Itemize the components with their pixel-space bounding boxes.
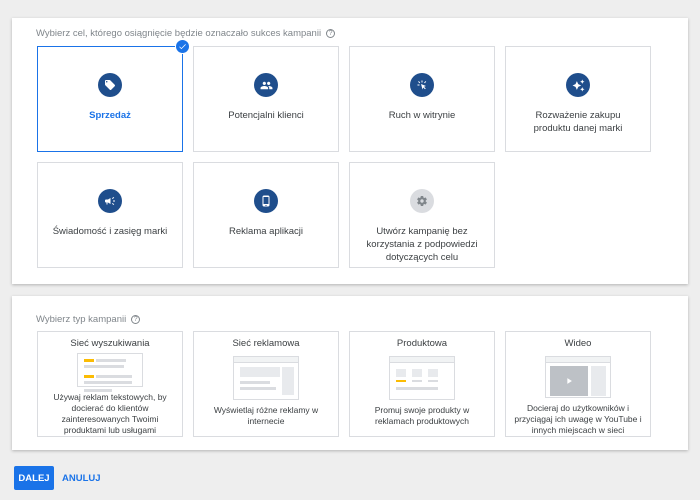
goal-card-app-promotion[interactable]: Reklama aplikacji — [193, 162, 339, 268]
goal-card-no-goal[interactable]: Utwórz kampanię bez korzystania z podpow… — [349, 162, 495, 268]
check-icon — [175, 39, 190, 54]
type-section-title: Wybierz typ kampanii — [36, 314, 127, 325]
cursor-click-icon — [410, 73, 434, 97]
cancel-button[interactable]: ANULUJ — [62, 466, 101, 490]
play-icon — [550, 365, 588, 396]
people-icon — [254, 73, 278, 97]
goal-card-label: Świadomość i zasięg marki — [52, 226, 168, 237]
goal-section-label: Wybierz cel, którego osiągnięcie będzie … — [36, 28, 336, 39]
type-card-video[interactable]: Wideo Docieraj do użytkowników i przycią… — [505, 331, 651, 437]
type-card-search[interactable]: Sieć wyszukiwania Używaj reklam tekstowy… — [37, 331, 183, 437]
goal-panel: Wybierz cel, którego osiągnięcie będzie … — [12, 18, 688, 284]
goal-card-label: Potencjalni klienci — [228, 110, 304, 121]
goal-card-awareness[interactable]: Świadomość i zasięg marki — [37, 162, 183, 268]
megaphone-icon — [98, 189, 122, 213]
help-icon[interactable]: ? — [326, 29, 336, 38]
goal-card-label: Ruch w witrynie — [388, 110, 456, 121]
tag-icon — [98, 73, 122, 97]
goal-card-label: Utwórz kampanię bez korzystania z podpow… — [366, 226, 478, 263]
sparkle-icon — [566, 73, 590, 97]
goal-section-title: Wybierz cel, którego osiągnięcie będzie … — [36, 28, 322, 39]
type-card-shopping[interactable]: Produktowa Promuj swoje produkty w rekla… — [349, 331, 495, 437]
phone-icon — [254, 189, 278, 213]
type-card-title: Sieć reklamowa — [232, 338, 300, 349]
goal-card-sales[interactable]: Sprzedaż — [37, 39, 190, 152]
goal-card-label: Reklama aplikacji — [229, 226, 303, 237]
help-icon[interactable]: ? — [131, 315, 141, 324]
type-card-description: Promuj swoje produkty w reklamach produk… — [374, 405, 470, 426]
next-button[interactable]: DALEJ — [14, 466, 54, 490]
type-card-description: Używaj reklam tekstowych, by docierać do… — [53, 392, 167, 435]
type-card-description: Docieraj do użytkowników i przyciągaj ic… — [514, 403, 642, 435]
display-ads-illustration — [233, 356, 299, 400]
goal-card-label: Rozważenie zakupu produktu danej marki — [533, 110, 623, 134]
type-section-label: Wybierz typ kampanii ? — [36, 314, 141, 325]
goal-card-label: Sprzedaż — [89, 110, 131, 121]
goal-card-traffic[interactable]: Ruch w witrynie — [349, 46, 495, 152]
type-card-display[interactable]: Sieć reklamowa Wyświetlaj różne reklamy … — [193, 331, 339, 437]
video-ads-illustration — [545, 355, 611, 398]
campaign-type-panel: Wybierz typ kampanii ? Sieć wyszukiwania… — [12, 296, 688, 450]
goal-card-consideration[interactable]: Rozważenie zakupu produktu danej marki — [505, 46, 651, 152]
type-card-title: Sieć wyszukiwania — [70, 338, 150, 349]
type-card-title: Produktowa — [396, 338, 448, 349]
gear-icon — [410, 189, 434, 213]
type-card-title: Wideo — [564, 338, 592, 349]
shopping-ads-illustration — [389, 356, 455, 400]
search-ads-illustration — [77, 353, 143, 392]
goal-card-leads[interactable]: Potencjalni klienci — [193, 46, 339, 152]
type-card-description: Wyświetlaj różne reklamy w internecie — [213, 405, 319, 426]
